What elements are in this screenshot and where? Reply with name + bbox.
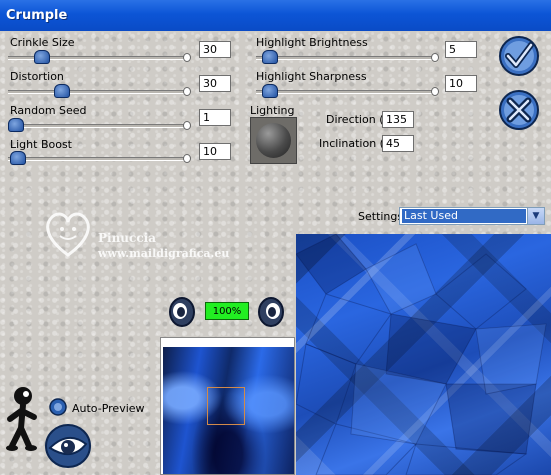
ok-button[interactable] — [497, 34, 541, 78]
lighting-label: Lighting — [250, 104, 295, 117]
cancel-x-icon — [499, 90, 539, 130]
light-boost-field[interactable]: 10 — [199, 143, 231, 160]
zoom-out-icon — [258, 297, 284, 327]
crinkle-size-slider[interactable] — [8, 50, 191, 64]
slider-thumb[interactable] — [10, 151, 26, 165]
cancel-button[interactable] — [497, 88, 541, 132]
highlight-brightness-field[interactable]: 5 — [445, 41, 477, 58]
random-seed-field[interactable]: 1 — [199, 109, 231, 126]
zoom-level: 100% — [205, 302, 249, 320]
toggle-icon — [49, 398, 67, 416]
heart-icon — [46, 212, 90, 257]
zoom-in-button[interactable] — [168, 296, 196, 328]
highlight-sharpness-slider[interactable] — [256, 84, 439, 98]
light-boost-slider[interactable] — [8, 151, 191, 165]
watermark-logo: Pinuccia www.maildigrafica.eu — [40, 205, 270, 265]
navigator-viewport[interactable] — [207, 387, 245, 425]
light-boost-label: Light Boost — [10, 138, 72, 151]
highlight-brightness-slider[interactable] — [256, 50, 439, 64]
lighting-sphere[interactable] — [250, 117, 297, 164]
crinkle-size-field[interactable]: 30 — [199, 41, 231, 58]
auto-preview-toggle[interactable] — [49, 398, 67, 416]
slider-thumb[interactable] — [8, 118, 24, 132]
highlight-sharpness-field[interactable]: 10 — [445, 75, 477, 92]
highlight-brightness-label: Highlight Brightness — [256, 36, 368, 49]
crumple-facets — [296, 234, 547, 475]
ok-check-icon — [499, 36, 539, 76]
inclination-field[interactable]: 45 — [382, 135, 414, 152]
settings-value: Last Used — [402, 209, 526, 223]
source-preview[interactable] — [160, 337, 295, 475]
slider-thumb[interactable] — [262, 84, 278, 98]
settings-select[interactable]: Last Used ▼ — [399, 207, 545, 225]
random-seed-slider[interactable] — [8, 118, 191, 132]
distortion-slider[interactable] — [8, 84, 191, 98]
chevron-down-icon[interactable]: ▼ — [527, 208, 544, 224]
distortion-field[interactable]: 30 — [199, 75, 231, 92]
slider-thumb[interactable] — [34, 50, 50, 64]
distortion-label: Distortion — [10, 70, 64, 83]
zoom-out-button[interactable] — [257, 296, 285, 328]
watermark-url: www.maildigrafica.eu — [98, 247, 230, 260]
slider-thumb[interactable] — [262, 50, 278, 64]
help-button[interactable] — [4, 386, 40, 454]
highlight-sharpness-label: Highlight Sharpness — [256, 70, 367, 83]
auto-preview-label: Auto-Preview — [72, 402, 145, 415]
preview-eye-button[interactable] — [44, 422, 92, 470]
watermark-name: Pinuccia — [98, 231, 156, 245]
zoom-in-icon — [169, 297, 195, 327]
random-seed-label: Random Seed — [10, 104, 87, 117]
window-title: Crumple — [0, 0, 551, 31]
slider-thumb[interactable] — [54, 84, 70, 98]
help-figure-icon — [6, 387, 37, 451]
eye-icon — [45, 424, 91, 468]
output-preview[interactable] — [296, 234, 551, 475]
direction-field[interactable]: 135 — [382, 111, 414, 128]
crinkle-size-label: Crinkle Size — [10, 36, 75, 49]
